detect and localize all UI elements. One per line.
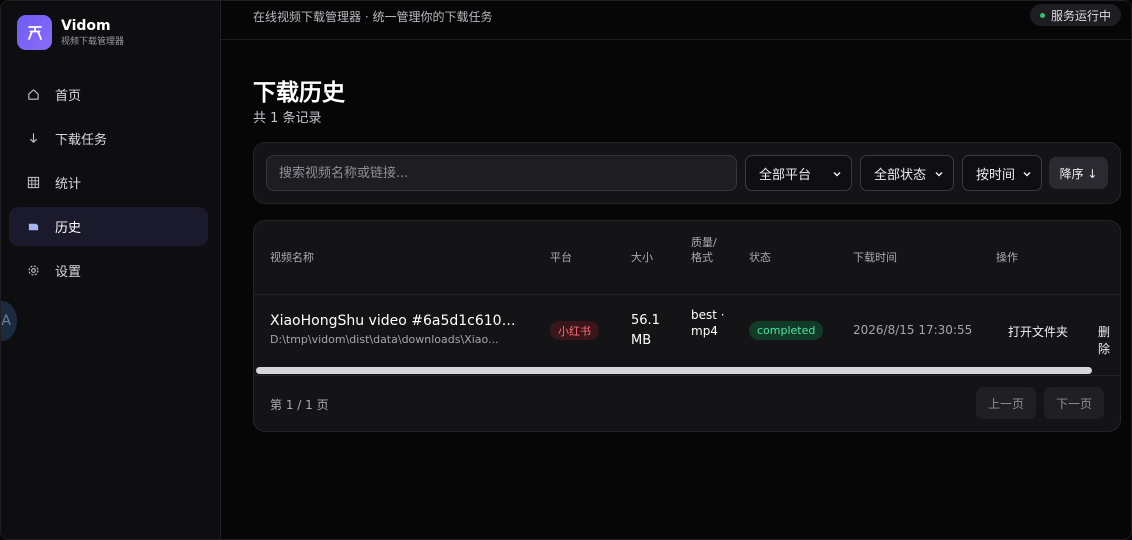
download-arrow-icon xyxy=(26,132,40,146)
app-window: Vidom 视频下载管理器 首页 下载任务 统计 历史 设置 A 在线视频下载管… xyxy=(0,0,1132,540)
service-status-label: 服务运行中 xyxy=(1050,8,1111,23)
sidebar-nav: 首页 下载任务 统计 历史 设置 xyxy=(9,75,208,295)
sidebar-item-label: 下载任务 xyxy=(55,133,108,148)
column-header-status: 状态 xyxy=(749,251,771,264)
sort-select[interactable]: 按时间 xyxy=(962,155,1042,191)
sidebar-item-label: 设置 xyxy=(55,265,82,280)
search-input[interactable] xyxy=(266,155,737,191)
history-icon xyxy=(26,220,40,234)
video-name: XiaoHongShu video #6a5d1c61000... xyxy=(270,313,522,329)
sidebar-item-settings[interactable]: 设置 xyxy=(9,251,208,290)
page-title: 下载历史 xyxy=(253,80,345,106)
status-badge: completed xyxy=(749,321,824,340)
sidebar-item-label: 历史 xyxy=(55,221,82,236)
top-bar: 在线视频下载管理器 · 统一管理你的下载任务 服务运行中 xyxy=(221,1,1131,40)
sidebar-item-home[interactable]: 首页 xyxy=(9,75,208,114)
status-dot-icon xyxy=(1039,12,1045,18)
status-select[interactable]: 全部状态 xyxy=(860,155,954,191)
page-indicator: 第 1 / 1 页 xyxy=(270,398,329,412)
sidebar-item-label: 首页 xyxy=(55,89,82,104)
scrollbar-thumb[interactable] xyxy=(256,367,1092,374)
delete-button[interactable]: 删除 xyxy=(1098,323,1120,357)
sidebar-item-stats[interactable]: 统计 xyxy=(9,163,208,202)
column-header-actions: 操作 xyxy=(996,251,1018,264)
download-time: 2026/8/15 17:30:55 xyxy=(853,323,973,337)
history-table: 视频名称 平台 大小 质量/格式 状态 下载时间 操作 XiaoHongShu … xyxy=(253,220,1121,432)
chevron-down-icon xyxy=(1023,171,1031,177)
open-folder-button[interactable]: 打开文件夹 xyxy=(1008,323,1068,340)
column-header-platform: 平台 xyxy=(550,251,572,264)
platform-badge: 小红书 xyxy=(550,321,599,340)
quality-format: best · mp4 xyxy=(691,308,725,338)
next-page-button[interactable]: 下一页 xyxy=(1044,387,1104,419)
column-header-size: 大小 xyxy=(631,251,653,264)
app-subtitle: 视频下载管理器 xyxy=(61,37,125,47)
column-header-time: 下载时间 xyxy=(853,251,897,264)
grid-icon xyxy=(26,176,40,190)
file-size: 56.1 MB xyxy=(631,313,660,348)
sort-order-button[interactable]: 降序 ↓ xyxy=(1049,157,1108,189)
sidebar-item-downloads[interactable]: 下载任务 xyxy=(9,119,208,158)
app-name: Vidom xyxy=(61,18,111,34)
platform-select[interactable]: 全部平台 xyxy=(745,155,852,191)
sidebar: Vidom 视频下载管理器 首页 下载任务 统计 历史 设置 A xyxy=(1,1,221,539)
header-divider xyxy=(254,294,1120,295)
chevron-down-icon xyxy=(833,171,841,177)
avatar[interactable]: A xyxy=(1,301,17,341)
home-icon xyxy=(26,88,40,102)
filter-bar: 全部平台 全部状态 按时间 降序 ↓ xyxy=(253,142,1121,204)
column-header-quality: 质量/格式 xyxy=(691,236,717,264)
sidebar-item-label: 统计 xyxy=(55,177,82,192)
footer-divider xyxy=(254,375,1120,376)
prev-page-button[interactable]: 上一页 xyxy=(976,387,1036,419)
app-logo-icon xyxy=(17,15,52,50)
platform-select-value: 全部平台 xyxy=(759,167,812,183)
app-description: 在线视频下载管理器 · 统一管理你的下载任务 xyxy=(253,10,493,24)
chevron-down-icon xyxy=(935,171,943,177)
sort-select-value: 按时间 xyxy=(976,167,1016,183)
brand[interactable]: Vidom 视频下载管理器 xyxy=(17,15,124,50)
column-header-name: 视频名称 xyxy=(270,251,314,264)
service-status-badge: 服务运行中 xyxy=(1029,4,1121,26)
sidebar-item-history[interactable]: 历史 xyxy=(9,207,208,246)
record-count: 共 1 条记录 xyxy=(253,111,322,126)
video-path: D:\tmp\vidom\dist\data\downloads\Xiao... xyxy=(270,333,499,346)
status-select-value: 全部状态 xyxy=(874,167,927,183)
gear-icon xyxy=(26,264,40,278)
